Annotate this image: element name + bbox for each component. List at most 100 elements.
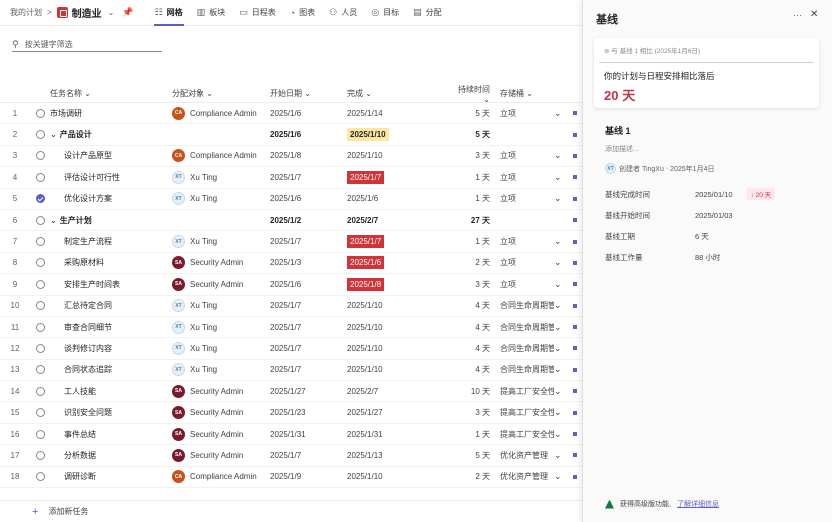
end-date-cell[interactable]: 2025/1/6 <box>347 256 450 270</box>
bucket-cell[interactable]: 立项 <box>500 236 554 247</box>
start-date-cell[interactable]: 2025/1/6 <box>270 130 347 139</box>
task-name[interactable]: 事件总结 <box>50 429 172 440</box>
chevron-down-icon[interactable]: ⌄ <box>554 450 568 461</box>
assignee-cell[interactable]: SA Security Admin <box>172 448 270 462</box>
table-row[interactable]: 6 ⌄ 生产计划 2025/1/2 2025/2/7 27 天 <box>0 210 582 232</box>
chevron-down-icon[interactable]: ⌄ <box>554 364 568 375</box>
chevron-down-icon[interactable]: ⌄ <box>554 322 568 333</box>
column-header-end[interactable]: 完成 ⌄ <box>347 88 450 99</box>
task-name[interactable]: 制定生产流程 <box>50 236 172 247</box>
close-icon[interactable]: ✕ <box>810 9 818 20</box>
end-date-cell[interactable]: 2025/1/10 <box>347 344 450 353</box>
baseline-description[interactable]: 添加描述... <box>605 144 639 154</box>
task-complete-checkbox[interactable] <box>30 279 50 289</box>
collapse-chevron-icon[interactable]: ⌄ <box>50 216 57 225</box>
chevron-down-icon[interactable]: ⌄ <box>554 343 568 354</box>
task-complete-checkbox[interactable] <box>30 130 50 140</box>
bucket-cell[interactable]: 优化资产管理 <box>500 450 554 461</box>
tab-assign[interactable]: ▤ 分配 <box>406 0 449 26</box>
start-date-cell[interactable]: 2025/1/9 <box>270 472 347 481</box>
task-name[interactable]: 采购原材料 <box>50 257 172 268</box>
chevron-down-icon[interactable]: ⌄ <box>554 257 568 268</box>
table-row[interactable]: 12 谈判修订内容 XT Xu Ting 2025/1/7 2025/1/10 4 天合同生… <box>0 338 582 360</box>
start-date-cell[interactable]: 2025/1/23 <box>270 408 347 417</box>
table-row[interactable]: 2 ⌄ 产品设计 2025/1/6 2025/1/10 5 天 <box>0 124 582 146</box>
add-task-button[interactable]: + 添加新任务 <box>0 500 582 522</box>
duration-cell[interactable]: 4 天 <box>450 364 490 375</box>
tab-grid[interactable]: ☷ 网格 <box>148 0 190 26</box>
start-date-cell[interactable]: 2025/1/7 <box>270 237 347 246</box>
bucket-cell[interactable]: 立项 <box>500 150 554 161</box>
task-name[interactable]: 设计产品原型 <box>50 150 172 161</box>
start-date-cell[interactable]: 2025/1/7 <box>270 451 347 460</box>
chevron-down-icon[interactable]: ⌄ <box>554 471 568 482</box>
table-row[interactable]: 1 市场调研 CA Compliance Admin 2025/1/6 2025/1/14… <box>0 103 582 125</box>
task-name[interactable]: ⌄ 产品设计 <box>50 129 172 140</box>
table-row[interactable]: 7 制定生产流程 XT Xu Ting 2025/1/7 2025/1/7 1 天立项 ⌄ <box>0 231 582 253</box>
end-date-cell[interactable]: 2025/1/31 <box>347 430 450 439</box>
bucket-cell[interactable]: 提高工厂安全性 <box>500 386 554 397</box>
end-date-cell[interactable]: 2025/1/10 <box>347 365 450 374</box>
chevron-down-icon[interactable]: ⌄ <box>554 108 568 119</box>
table-row[interactable]: 16 事件总结 SA Security Admin 2025/1/31 2025/1/31… <box>0 424 582 446</box>
chevron-down-icon[interactable]: ⌄ <box>554 407 568 418</box>
assignee-cell[interactable]: XT Xu Ting <box>172 320 270 334</box>
duration-cell[interactable]: 3 天 <box>450 279 490 290</box>
tab-charts[interactable]: ◔ 图表 <box>283 0 322 26</box>
task-complete-checkbox[interactable] <box>30 429 50 439</box>
task-name[interactable]: 谈判修订内容 <box>50 343 172 354</box>
task-complete-checkbox[interactable] <box>30 301 50 311</box>
end-date-cell[interactable]: 2025/2/7 <box>347 216 450 225</box>
task-name[interactable]: ⌄ 生产计划 <box>50 215 172 226</box>
task-name[interactable]: 评估设计可行性 <box>50 172 172 183</box>
task-complete-checkbox[interactable] <box>30 215 50 225</box>
task-complete-checkbox[interactable] <box>30 408 50 418</box>
assignee-cell[interactable]: CA Compliance Admin <box>172 149 270 163</box>
task-name[interactable]: 市场调研 <box>50 108 172 119</box>
tab-goals[interactable]: ◎ 目标 <box>364 0 406 26</box>
start-date-cell[interactable]: 2025/1/6 <box>270 194 347 203</box>
duration-cell[interactable]: 4 天 <box>450 343 490 354</box>
start-date-cell[interactable]: 2025/1/8 <box>270 151 347 160</box>
start-date-cell[interactable]: 2025/1/3 <box>270 258 347 267</box>
task-complete-checkbox[interactable] <box>30 472 50 482</box>
duration-cell[interactable]: 1 天 <box>450 429 490 440</box>
end-date-cell[interactable]: 2025/1/27 <box>347 408 450 417</box>
duration-cell[interactable]: 27 天 <box>450 215 490 226</box>
duration-cell[interactable]: 3 天 <box>450 150 490 161</box>
table-row[interactable]: 15 识别安全问题 SA Security Admin 2025/1/23 2025/1/… <box>0 402 582 424</box>
task-name[interactable]: 汇总待定合同 <box>50 300 172 311</box>
bucket-cell[interactable]: 合同生命周期管理 <box>500 364 554 375</box>
task-complete-checkbox[interactable] <box>30 194 50 204</box>
bucket-cell[interactable]: 提高工厂安全性 <box>500 407 554 418</box>
end-date-cell[interactable]: 2025/2/7 <box>347 387 450 396</box>
collapse-chevron-icon[interactable]: ⌄ <box>50 130 57 139</box>
task-complete-checkbox[interactable] <box>30 386 50 396</box>
pin-icon[interactable]: 📌 <box>122 7 133 18</box>
table-row[interactable]: 14 工人技能 SA Security Admin 2025/1/27 2025/2/7 1… <box>0 381 582 403</box>
task-name[interactable]: 调研诊断 <box>50 471 172 482</box>
chevron-down-icon[interactable]: ⌄ <box>554 193 568 204</box>
assignee-cell[interactable]: CA Compliance Admin <box>172 470 270 484</box>
task-name[interactable]: 优化设计方案 <box>50 193 172 204</box>
column-header-bucket[interactable]: 存储桶 ⌄ <box>500 88 554 99</box>
tab-people[interactable]: ⚇ 人员 <box>322 0 364 26</box>
task-complete-checkbox[interactable] <box>30 151 50 161</box>
end-date-cell[interactable]: 2025/1/10 <box>347 151 450 160</box>
duration-cell[interactable]: 2 天 <box>450 257 490 268</box>
end-date-cell[interactable]: 2025/1/13 <box>347 451 450 460</box>
start-date-cell[interactable]: 2025/1/7 <box>270 173 347 182</box>
assignee-cell[interactable]: SA Security Admin <box>172 427 270 441</box>
table-row[interactable]: 9 安排生产时间表 SA Security Admin 2025/1/6 2025/1/8… <box>0 274 582 296</box>
column-header-name[interactable]: 任务名称 ⌄ <box>50 88 172 99</box>
assignee-cell[interactable]: CA Compliance Admin <box>172 106 270 120</box>
task-name[interactable]: 识别安全问题 <box>50 407 172 418</box>
baseline-name[interactable]: 基线 1 <box>605 124 631 137</box>
assignee-cell[interactable]: XT Xu Ting <box>172 192 270 206</box>
more-icon[interactable]: ··· <box>793 10 802 20</box>
duration-cell[interactable]: 1 天 <box>450 172 490 183</box>
task-name[interactable]: 合同状态追踪 <box>50 364 172 375</box>
table-row[interactable]: 4 评估设计可行性 XT Xu Ting 2025/1/7 2025/1/7 1 天立项 ⌄ <box>0 167 582 189</box>
chevron-down-icon[interactable]: ⌄ <box>554 236 568 247</box>
start-date-cell[interactable]: 2025/1/6 <box>270 109 347 118</box>
